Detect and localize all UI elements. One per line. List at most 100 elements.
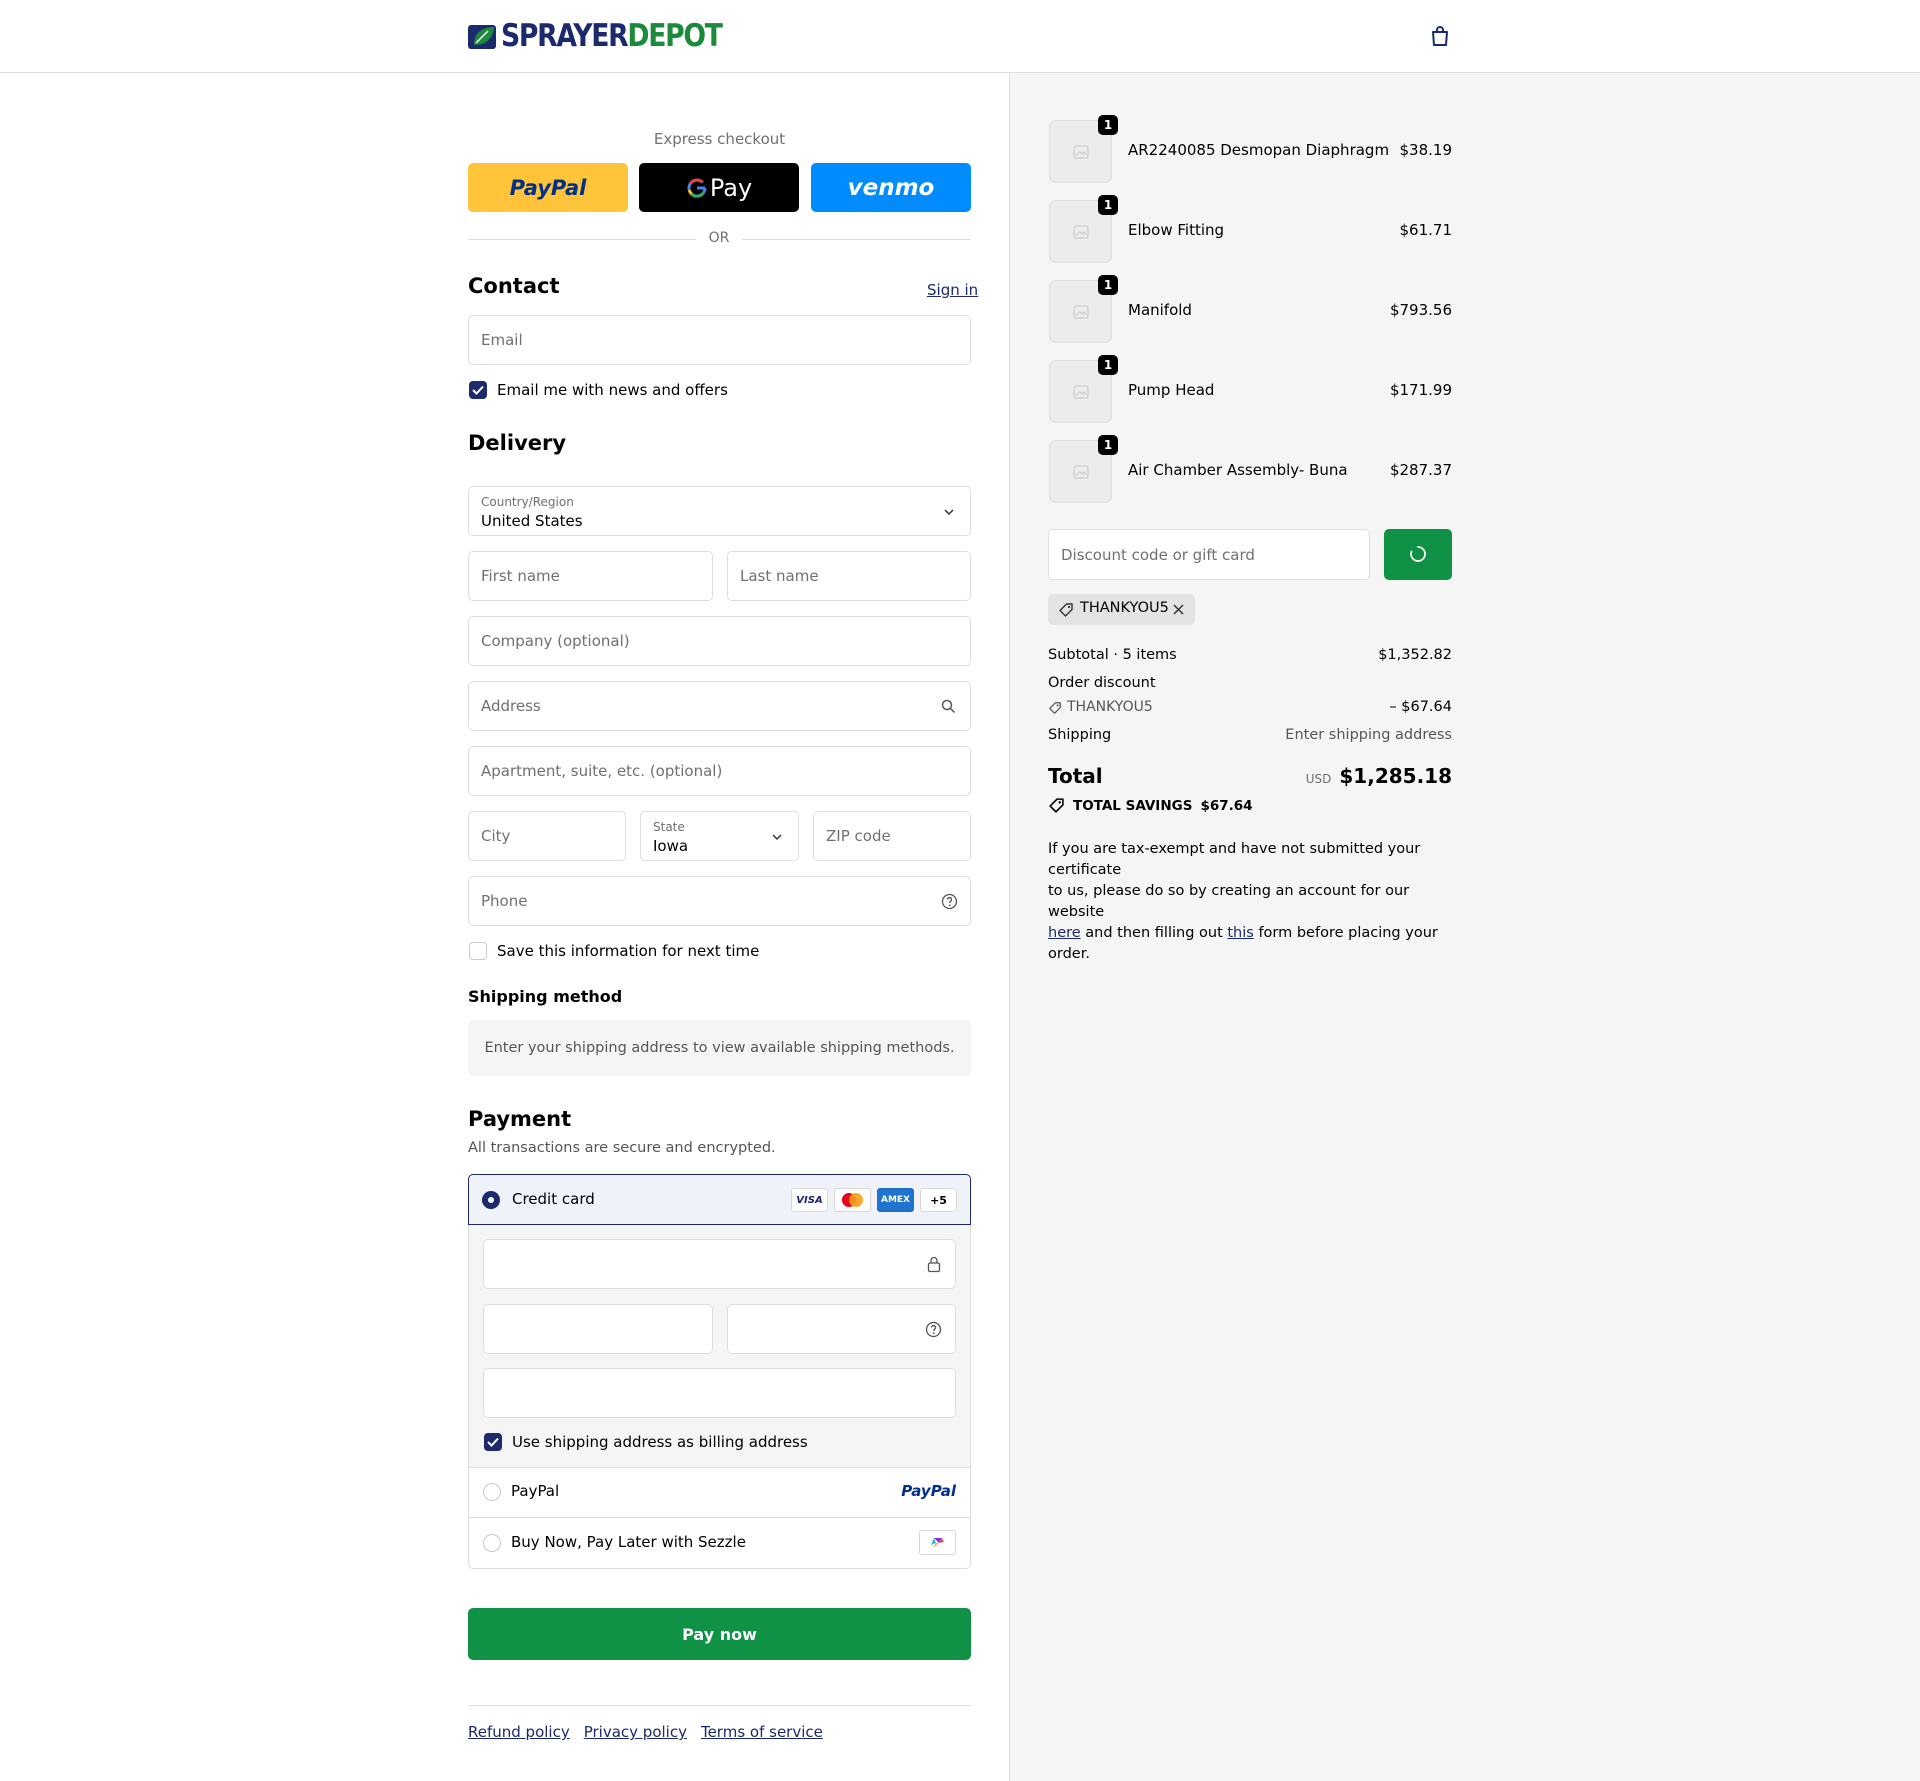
apply-discount-button[interactable] — [1384, 529, 1452, 580]
google-pay-button[interactable]: Pay — [639, 163, 799, 212]
refund-policy-link[interactable]: Refund policy — [468, 1723, 570, 1741]
tag-icon — [1049, 798, 1064, 813]
city-placeholder: City — [481, 827, 511, 845]
logo-text-sprayer: SPRAYER — [501, 18, 629, 54]
sezzle-radio[interactable] — [483, 1534, 501, 1552]
quantity-badge: 1 — [1098, 435, 1118, 455]
state-label: State — [653, 820, 685, 834]
close-icon[interactable] — [1172, 603, 1185, 616]
name-on-card-field[interactable] — [483, 1368, 956, 1418]
google-g-icon — [687, 178, 707, 198]
country-select[interactable]: Country/Region United States — [468, 486, 971, 536]
credit-card-label: Credit card — [512, 1190, 595, 1208]
logo-text-depot: DEPOT — [627, 18, 723, 54]
leaf-logo-icon — [468, 25, 496, 49]
more-cards-badge: +5 — [920, 1188, 957, 1212]
google-pay-label: Pay — [709, 173, 753, 202]
discount-placeholder: Discount code or gift card — [1061, 545, 1255, 564]
security-code-field[interactable] — [727, 1304, 956, 1354]
sezzle-logo-icon — [919, 1530, 956, 1555]
sign-in-link[interactable]: Sign in — [927, 281, 978, 299]
paypal-express-label: PayPal — [509, 175, 587, 200]
tag-icon — [1049, 702, 1061, 714]
savings-label: TOTAL SAVINGS — [1073, 797, 1193, 814]
tax-this-link[interactable]: this — [1227, 925, 1253, 941]
discount-code-label: THANKYOU5 — [1067, 699, 1153, 715]
mastercard-icon — [834, 1188, 871, 1212]
tax-here-link[interactable]: here — [1048, 925, 1081, 941]
visa-card-icon: VISA — [791, 1188, 828, 1212]
check-icon — [472, 385, 484, 395]
help-circle-icon[interactable] — [941, 893, 958, 910]
phone-field[interactable]: Phone — [468, 876, 971, 926]
item-price: $38.19 — [1399, 141, 1453, 159]
last-name-field[interactable]: Last name — [727, 551, 971, 601]
footer-links: Refund policy Privacy policy Terms of se… — [468, 1723, 823, 1741]
sprayer-depot-logo[interactable]: SPRAYERDEPOT — [468, 18, 758, 54]
total-value: $1,285.18 — [1339, 764, 1452, 788]
shipping-value: Enter shipping address — [1285, 727, 1452, 743]
image-placeholder-icon — [1073, 225, 1089, 239]
image-placeholder-icon — [1073, 385, 1089, 399]
order-discount-label: Order discount — [1048, 675, 1156, 691]
company-field[interactable]: Company (optional) — [468, 616, 971, 666]
terms-of-service-link[interactable]: Terms of service — [701, 1723, 823, 1741]
item-name: Elbow Fitting — [1128, 221, 1225, 239]
divider-left — [468, 239, 696, 240]
subtotal-value: $1,352.82 — [1378, 647, 1452, 663]
email-field[interactable]: Email — [468, 315, 971, 365]
item-name: AR2240085 Desmopan Diaphragm — [1128, 141, 1390, 159]
image-placeholder-icon — [1073, 145, 1089, 159]
first-name-field[interactable]: First name — [468, 551, 713, 601]
quantity-badge: 1 — [1098, 355, 1118, 375]
paypal-radio[interactable] — [483, 1483, 501, 1501]
payment-heading: Payment — [468, 1107, 572, 1131]
paypal-express-button[interactable]: PayPal — [468, 163, 628, 212]
company-placeholder: Company (optional) — [481, 632, 630, 650]
news-label: Email me with news and offers — [497, 381, 728, 399]
save-info-checkbox[interactable] — [469, 942, 487, 960]
paypal-option[interactable]: PayPal PayPal — [469, 1468, 970, 1517]
address-field[interactable]: Address — [468, 681, 971, 731]
payment-subheading: All transactions are secure and encrypte… — [468, 1140, 776, 1156]
sezzle-option[interactable]: Buy Now, Pay Later with Sezzle — [469, 1518, 970, 1568]
news-checkbox[interactable] — [469, 381, 487, 399]
credit-card-radio[interactable] — [482, 1191, 500, 1209]
venmo-button[interactable]: venmo — [811, 163, 971, 212]
state-value: Iowa — [653, 837, 689, 855]
paypal-logo: PayPal — [901, 1482, 956, 1500]
item-name: Air Chamber Assembly- Buna — [1128, 461, 1348, 479]
help-circle-icon[interactable] — [925, 1321, 942, 1338]
city-field[interactable]: City — [468, 811, 626, 861]
tag-icon — [1059, 603, 1073, 617]
paypal-option-label: PayPal — [511, 1482, 560, 1500]
expiration-field[interactable] — [483, 1304, 713, 1354]
sezzle-option-label: Buy Now, Pay Later with Sezzle — [511, 1533, 746, 1551]
card-number-field[interactable] — [483, 1239, 956, 1289]
address-placeholder: Address — [481, 697, 541, 715]
last-name-placeholder: Last name — [740, 567, 819, 585]
country-value: United States — [481, 512, 583, 530]
shopping-bag-icon[interactable] — [1428, 24, 1452, 48]
apartment-placeholder: Apartment, suite, etc. (optional) — [481, 762, 723, 780]
state-select[interactable]: State Iowa — [640, 811, 799, 861]
express-checkout-heading: Express checkout — [653, 130, 786, 148]
credit-card-option[interactable]: Credit card VISA AMEX +5 — [468, 1174, 971, 1225]
discount-value: – $67.64 — [1389, 699, 1452, 715]
delivery-heading: Delivery — [468, 431, 567, 455]
zip-field[interactable]: ZIP code — [813, 811, 971, 861]
apartment-field[interactable]: Apartment, suite, etc. (optional) — [468, 746, 971, 796]
chevron-down-icon — [772, 834, 782, 841]
privacy-policy-link[interactable]: Privacy policy — [584, 1723, 687, 1741]
pay-now-button[interactable]: Pay now — [468, 1608, 971, 1660]
total-group: USD $1,285.18 — [1306, 764, 1452, 788]
tax-note-line-1: If you are tax-exempt and have not submi… — [1048, 841, 1421, 878]
total-savings: TOTAL SAVINGS $67.64 — [1048, 797, 1253, 814]
billing-checkbox[interactable] — [484, 1433, 502, 1451]
discount-code-field[interactable]: Discount code or gift card — [1048, 529, 1370, 580]
shipping-method-notice: Enter your shipping address to view avai… — [468, 1020, 971, 1076]
venmo-label: venmo — [847, 174, 935, 201]
save-info-label: Save this information for next time — [497, 942, 760, 960]
phone-placeholder: Phone — [481, 892, 528, 910]
or-divider-label: OR — [708, 230, 730, 246]
